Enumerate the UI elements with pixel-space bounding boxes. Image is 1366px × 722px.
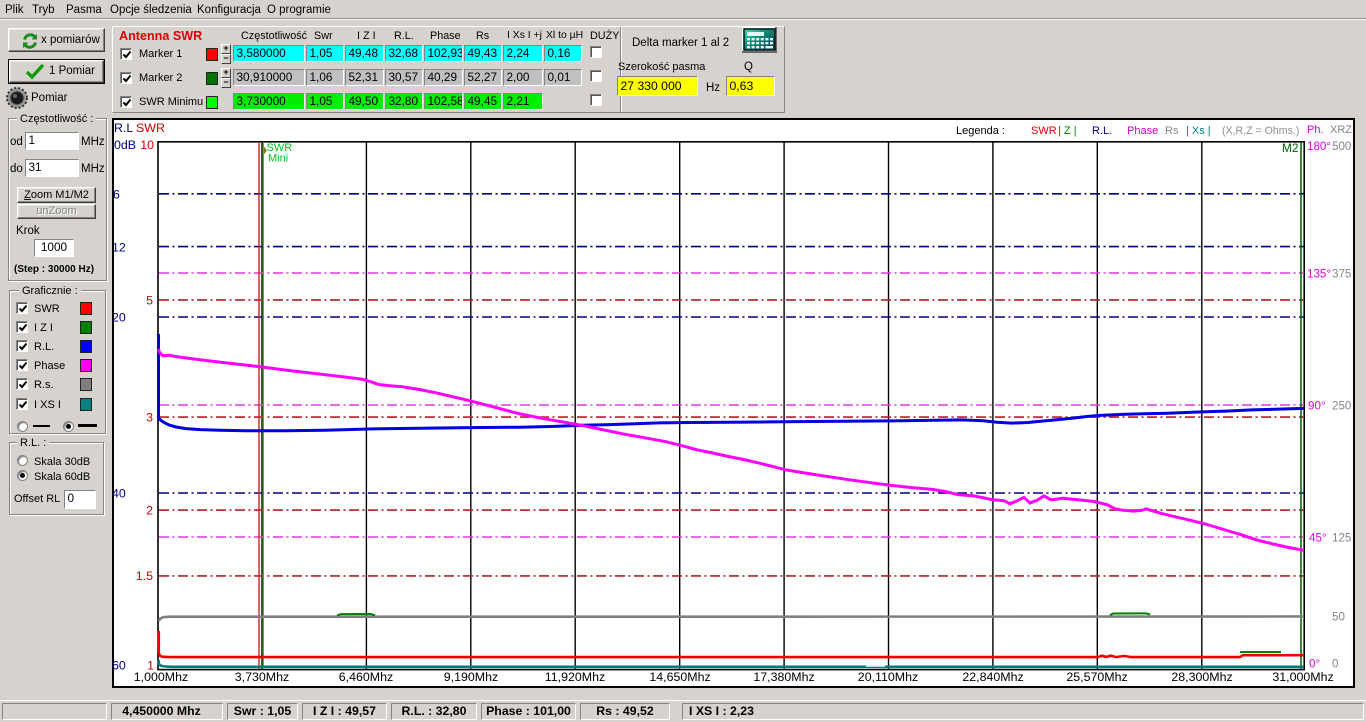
svg-text:60: 60 <box>112 659 126 673</box>
svg-text:20: 20 <box>112 311 126 325</box>
svg-text:R.L: R.L <box>114 121 133 135</box>
svg-text:0: 0 <box>1332 658 1338 671</box>
svg-text:375: 375 <box>1332 268 1351 281</box>
svg-text:Ph.: Ph. <box>1307 124 1324 136</box>
svg-text:6: 6 <box>113 188 120 202</box>
svg-text:17,380Mhz: 17,380Mhz <box>753 670 814 684</box>
svg-text:R.L.: R.L. <box>1092 125 1112 137</box>
svg-text:11,920Mhz: 11,920Mhz <box>545 670 605 684</box>
svg-text:XRZ: XRZ <box>1330 124 1352 136</box>
svg-text:1,000Mhz: 1,000Mhz <box>134 670 188 684</box>
svg-text:6,460Mhz: 6,460Mhz <box>339 670 393 684</box>
svg-text:25,570Mhz: 25,570Mhz <box>1066 670 1127 684</box>
svg-text:Legenda :: Legenda : <box>956 125 1005 137</box>
svg-text:SWR: SWR <box>1031 125 1057 137</box>
svg-text:28,300Mhz: 28,300Mhz <box>1171 670 1232 684</box>
svg-text:45°: 45° <box>1309 532 1327 545</box>
svg-text:125: 125 <box>1332 532 1351 545</box>
svg-text:10: 10 <box>140 138 154 152</box>
svg-text:9,190Mhz: 9,190Mhz <box>444 670 498 684</box>
svg-text:180°: 180° <box>1307 140 1331 153</box>
svg-text:1.5: 1.5 <box>136 569 153 583</box>
svg-text:| Xs |: | Xs | <box>1186 125 1211 137</box>
svg-text:(X,R,Z = Ohms.): (X,R,Z = Ohms.) <box>1222 125 1299 137</box>
svg-text:2: 2 <box>146 504 153 518</box>
svg-text:Phase: Phase <box>1127 125 1158 137</box>
svg-text:M2: M2 <box>1282 141 1299 155</box>
svg-text:90°: 90° <box>1308 400 1326 413</box>
svg-text:Rs: Rs <box>1165 125 1179 137</box>
svg-text:5: 5 <box>146 294 153 308</box>
svg-text:250: 250 <box>1332 400 1351 413</box>
svg-text:Mini: Mini <box>268 153 288 165</box>
svg-text:20,110Mhz: 20,110Mhz <box>858 670 918 684</box>
svg-text:SWR: SWR <box>136 121 165 135</box>
svg-text:0dB: 0dB <box>114 138 136 152</box>
svg-text:40: 40 <box>112 487 126 501</box>
svg-text:31,000Mhz: 31,000Mhz <box>1272 670 1333 684</box>
svg-text:3,730Mhz: 3,730Mhz <box>235 670 289 684</box>
svg-text:500: 500 <box>1332 140 1351 153</box>
svg-text:14,650Mhz: 14,650Mhz <box>649 670 710 684</box>
svg-text:3: 3 <box>146 411 153 425</box>
svg-text:12: 12 <box>112 241 126 255</box>
svg-text:135°: 135° <box>1307 268 1331 281</box>
svg-text:0°: 0° <box>1309 658 1320 671</box>
svg-text:50: 50 <box>1332 611 1345 624</box>
svg-text:22,840Mhz: 22,840Mhz <box>962 670 1023 684</box>
svg-text:| Z |: | Z | <box>1058 125 1077 137</box>
